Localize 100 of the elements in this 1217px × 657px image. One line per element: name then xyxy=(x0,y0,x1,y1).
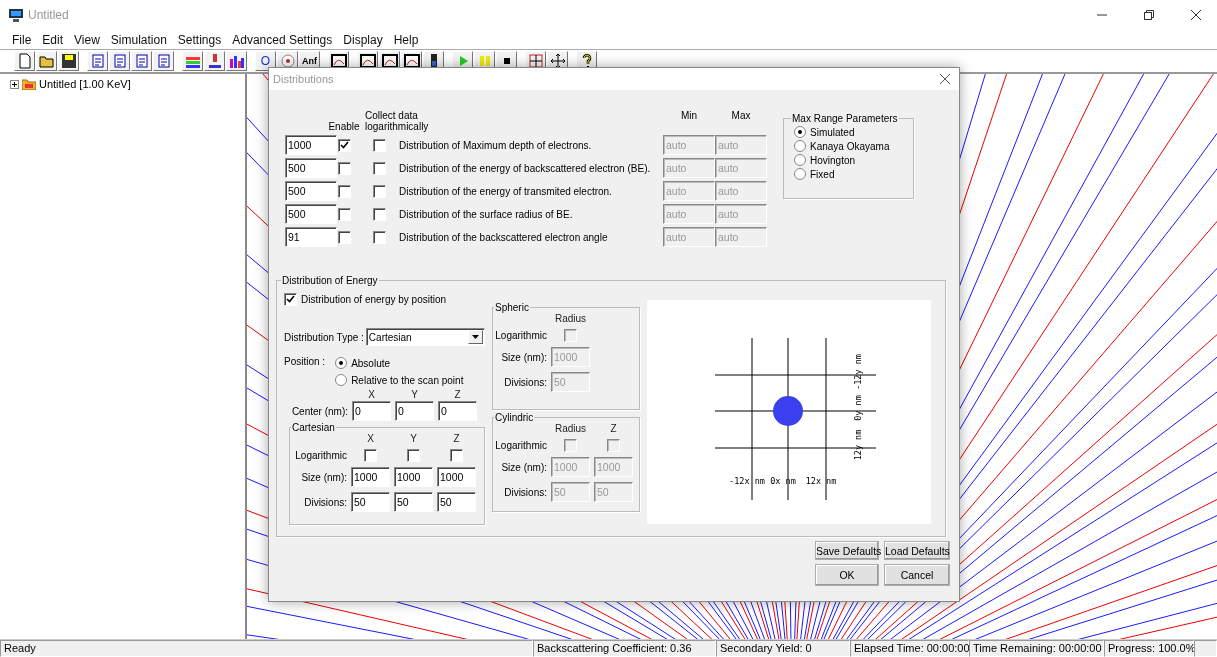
checkbox[interactable] xyxy=(337,230,351,244)
option-label: Relative to the scan point xyxy=(351,374,464,386)
radio-button[interactable] xyxy=(335,357,348,369)
field-label: Size (nm): xyxy=(501,351,547,363)
group-title: Cartesian xyxy=(291,422,336,433)
axis-label: Z xyxy=(610,423,617,434)
text-field[interactable]: 0 xyxy=(352,401,391,421)
axis-label: -12y nm xyxy=(853,354,863,390)
axis-label: Y xyxy=(410,433,417,444)
checkbox[interactable] xyxy=(450,449,463,462)
menu-item[interactable]: Advanced Settings xyxy=(232,32,333,47)
text-field[interactable]: 1000 xyxy=(285,135,337,155)
option-label: Hovington xyxy=(810,154,856,166)
radio-button[interactable] xyxy=(794,126,806,138)
status-text: Elapsed Time: 00:00:00 xyxy=(850,640,969,657)
text-field[interactable]: 0 xyxy=(438,401,477,421)
menu-item[interactable]: Simulation xyxy=(110,32,167,47)
checkbox[interactable] xyxy=(337,184,351,198)
field-label: Divisions: xyxy=(304,496,347,508)
menu-item[interactable]: Settings xyxy=(177,32,222,47)
group-title: Distribution of Energy xyxy=(281,275,379,286)
option-label: Kanaya Okayama xyxy=(810,140,890,152)
text-field[interactable]: 1000 xyxy=(351,467,390,487)
axis-label: X xyxy=(367,433,374,444)
checkbox[interactable] xyxy=(372,161,386,175)
radio-button[interactable] xyxy=(794,168,806,180)
export-button[interactable] xyxy=(131,51,152,71)
column-header: Collect data logarithmically xyxy=(364,110,429,132)
option-label: Distribution of energy by position xyxy=(301,293,447,305)
status-panel xyxy=(1194,640,1217,657)
menu-item[interactable]: Edit xyxy=(42,32,64,47)
option-label: Simulated xyxy=(810,126,855,138)
group-title: Cylindric xyxy=(494,412,535,423)
restore-icon xyxy=(1144,10,1154,20)
status-text: Time Remaining: 00:00:00 xyxy=(969,640,1104,657)
folder-icon xyxy=(22,78,36,90)
paste-button[interactable] xyxy=(109,51,130,71)
text-field[interactable]: 50 xyxy=(394,492,433,512)
dialog-button[interactable]: Cancel xyxy=(884,564,950,586)
checkbox[interactable] xyxy=(372,184,386,198)
row-label: Distribution of the surface radius of BE. xyxy=(398,208,574,220)
checkbox[interactable] xyxy=(337,207,351,221)
text-field[interactable]: 91 xyxy=(285,227,337,247)
menu-item[interactable]: View xyxy=(74,32,100,47)
new-file-button[interactable] xyxy=(14,51,35,71)
checkbox[interactable] xyxy=(337,138,351,152)
checkbox[interactable] xyxy=(284,292,297,306)
sample-button[interactable] xyxy=(182,51,203,71)
text-field[interactable]: 1000 xyxy=(437,467,476,487)
row-label: Distribution of Maximum depth of electrons. xyxy=(398,139,593,151)
checkbox[interactable] xyxy=(372,138,386,152)
status-text: Secondary Yield: 0 xyxy=(716,640,850,657)
dialog-button[interactable]: OK xyxy=(815,564,879,586)
document-icon xyxy=(155,53,172,69)
status-text: Progress: 100.0% xyxy=(1104,640,1194,657)
radio-button[interactable] xyxy=(794,140,806,152)
save-button[interactable] xyxy=(58,51,79,71)
menu-item[interactable]: File xyxy=(12,32,32,47)
axis-label: Y xyxy=(411,389,418,400)
text-field[interactable]: 500 xyxy=(285,181,337,201)
text-field[interactable]: 0 xyxy=(395,401,434,421)
column-header: Enable xyxy=(328,121,360,132)
checkbox[interactable] xyxy=(372,230,386,244)
field-label: Size (nm): xyxy=(301,471,347,483)
text-field[interactable]: 1000 xyxy=(394,467,433,487)
beam-spot xyxy=(773,396,803,426)
histogram-button[interactable] xyxy=(226,51,247,71)
text-field[interactable]: 50 xyxy=(437,492,476,512)
document-icon xyxy=(89,53,106,69)
text-field[interactable]: 50 xyxy=(351,492,390,512)
refresh-button[interactable] xyxy=(153,51,174,71)
checkbox[interactable] xyxy=(337,161,351,175)
dialog-button[interactable]: Save Defaults xyxy=(815,541,879,560)
probe-button[interactable] xyxy=(204,51,225,71)
copy-button[interactable] xyxy=(87,51,108,71)
dialog-button[interactable]: Load Defaults xyxy=(884,541,950,560)
radio-button[interactable] xyxy=(794,154,806,166)
open-button[interactable] xyxy=(36,51,57,71)
menu-item[interactable]: Display xyxy=(343,32,383,47)
ellipse-tool-button[interactable]: O xyxy=(255,51,276,71)
axis-label: 0y nm xyxy=(853,395,863,421)
text-field[interactable]: 500 xyxy=(285,204,337,224)
checkbox[interactable] xyxy=(407,449,420,462)
axis-label: X xyxy=(368,389,375,400)
axis-label: 12y nm xyxy=(853,429,863,461)
radio-button[interactable] xyxy=(335,374,348,386)
checkbox[interactable] xyxy=(372,207,386,221)
column-header: Max xyxy=(731,110,751,121)
text-field[interactable]: 500 xyxy=(285,158,337,178)
checkbox[interactable] xyxy=(364,449,377,462)
tree-item[interactable]: Untitled [1.00 KeV] xyxy=(39,78,131,90)
bar-chart-icon xyxy=(228,53,245,69)
status-text: Backscattering Coefficient: 0.36 xyxy=(533,640,716,657)
column-header: Min xyxy=(680,110,698,121)
axis-label: Radius xyxy=(554,423,587,434)
axis-label: Z xyxy=(454,389,461,400)
expand-icon[interactable] xyxy=(10,79,19,89)
menu-item[interactable]: Help xyxy=(393,32,419,47)
probe-icon xyxy=(206,53,223,69)
type-dropdown[interactable]: Cartesian xyxy=(365,328,485,346)
